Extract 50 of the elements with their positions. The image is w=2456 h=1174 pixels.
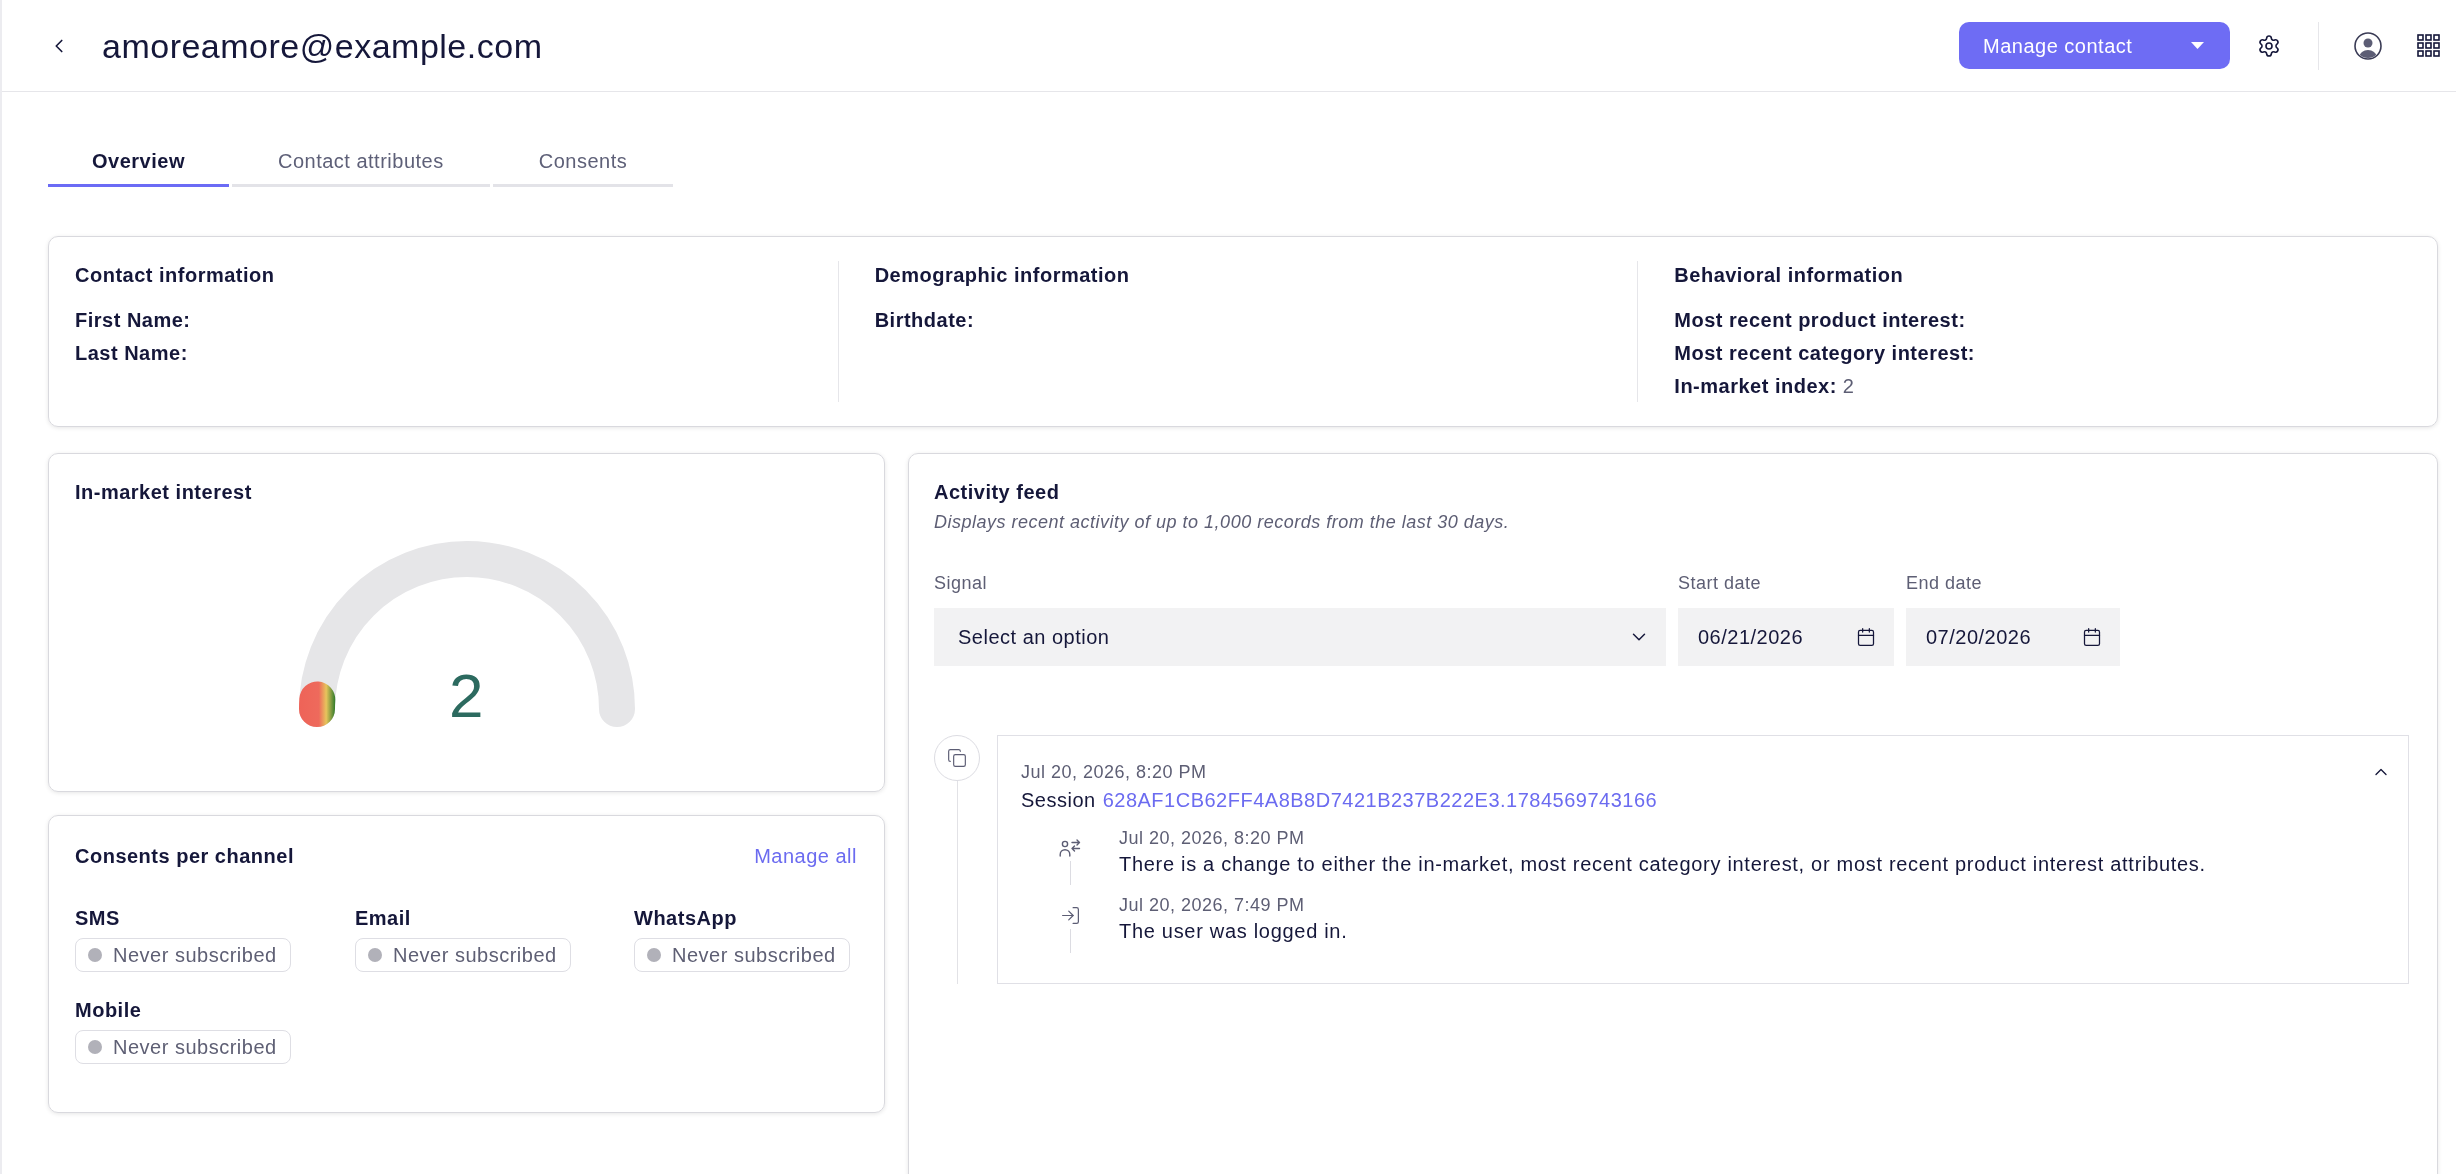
tab[interactable]: Consents	[492, 138, 674, 187]
status-label: Never subscribed	[393, 943, 557, 968]
event-description: The user was logged in.	[1119, 919, 1348, 944]
channel-name: WhatsApp	[634, 906, 737, 930]
field-value: 2	[1842, 373, 1855, 399]
card-title: Consents per channel	[75, 844, 294, 868]
section-heading: Contact information	[75, 263, 276, 288]
field-label: End date	[1906, 572, 1984, 594]
field-label: Most recent product interest:	[1674, 307, 1966, 333]
date-field[interactable]: 07/20/2026	[1906, 608, 2120, 666]
field-label: Birthdate:	[874, 307, 975, 333]
manage-all-link[interactable]: Manage all	[754, 844, 857, 868]
event-timestamp: Jul 20, 2026, 7:49 PM	[1119, 894, 1306, 917]
channel-name: Mobile	[75, 998, 142, 1022]
calendar-icon	[2082, 627, 2102, 647]
tab[interactable]: Contact attributes	[231, 138, 490, 187]
channel-name: SMS	[75, 906, 120, 930]
channel-name: Email	[355, 906, 411, 930]
login-icon	[1059, 905, 1081, 926]
app-grid-icon[interactable]	[2417, 34, 2440, 57]
field-label: Signal	[934, 572, 989, 594]
card-description: Displays recent activity of up to 1,000 records from the last 30 days.	[934, 511, 1511, 534]
event-description: There is a change to either the in-market, most recent category interest, or most recent product interest attributes.	[1119, 852, 2206, 877]
signal-select[interactable]: Select an option	[934, 608, 1666, 666]
settings-icon[interactable]	[2257, 33, 2281, 58]
status-label: Never subscribed	[672, 943, 836, 968]
session-label: Session	[1021, 788, 1096, 813]
field-label: Start date	[1678, 572, 1763, 594]
card-title: Activity feed	[934, 480, 1061, 505]
calendar-icon	[1856, 627, 1876, 647]
caret-icon	[2191, 42, 2204, 49]
user-icon[interactable]	[2354, 31, 2382, 60]
field-label: First Name:	[75, 307, 191, 333]
session-id-link[interactable]: 628AF1CB62FF4A8B8D7421B237B222E3.1784569743166	[1102, 787, 1658, 813]
section-heading: Demographic information	[874, 263, 1131, 288]
section-heading: Behavioral information	[1674, 263, 1905, 288]
session-timestamp: Jul 20, 2026, 8:20 PM	[1021, 761, 1208, 784]
field-label: Most recent category interest:	[1674, 340, 1975, 366]
card-title: In-market interest	[75, 480, 253, 504]
person-arrows-icon	[1059, 838, 1081, 858]
page-title: amoreamore@example.com	[102, 25, 543, 67]
event-timestamp: Jul 20, 2026, 8:20 PM	[1119, 827, 1306, 850]
manage-contact-button[interactable]: Manage contact	[1959, 22, 2230, 69]
field-label: In-market index:	[1674, 373, 1837, 399]
status-label: Never subscribed	[113, 1035, 277, 1060]
gauge-value: 2	[449, 663, 484, 729]
status-label: Never subscribed	[113, 943, 277, 968]
field-label: Last Name:	[75, 340, 188, 366]
tab[interactable]: Overview	[48, 138, 229, 187]
date-field[interactable]: 06/21/2026	[1678, 608, 1894, 666]
